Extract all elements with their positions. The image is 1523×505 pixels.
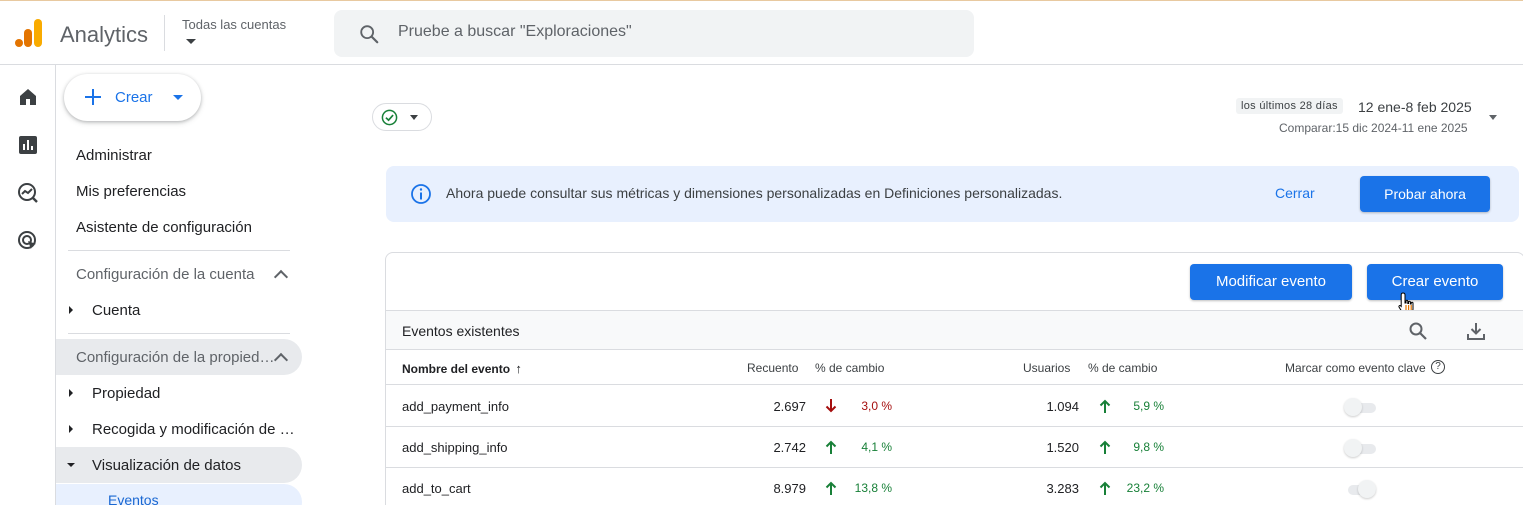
column-header-key-event: Marcar como evento clave xyxy=(1285,361,1426,375)
event-name[interactable]: add_shipping_info xyxy=(402,440,508,455)
users-change: 9,8 % xyxy=(1133,440,1164,454)
chevron-down-icon xyxy=(410,115,418,120)
info-banner: Ahora puede consultar sus métricas y dim… xyxy=(386,166,1519,222)
table-title: Eventos existentes xyxy=(402,323,520,339)
status-chip[interactable] xyxy=(372,103,432,131)
help-icon[interactable]: ? xyxy=(1431,360,1445,374)
search-icon xyxy=(360,25,379,44)
top-header: Analytics Todas las cuentas Pruebe a bus… xyxy=(0,0,1523,65)
event-count: 8.979 xyxy=(773,481,806,496)
left-nav: Crear Administrar Mis preferencias Asist… xyxy=(56,65,306,505)
nav-section-property[interactable]: Configuración de la propied… xyxy=(76,349,274,366)
count-change: 3,0 % xyxy=(861,399,892,413)
create-button-label: Crear xyxy=(115,89,153,106)
info-icon xyxy=(411,184,431,204)
event-name[interactable]: add_payment_info xyxy=(402,399,509,414)
table-row[interactable]: add_to_cart 8.979 13,8 % 3.283 23,2 % xyxy=(386,468,1523,505)
nav-item-setup-assistant[interactable]: Asistente de configuración xyxy=(76,219,252,236)
modify-event-button[interactable]: Modificar evento xyxy=(1190,264,1352,300)
download-icon[interactable] xyxy=(1466,321,1486,341)
column-header-name-label: Nombre del evento xyxy=(402,362,511,376)
advertising-icon[interactable] xyxy=(16,229,40,253)
account-caret-icon[interactable] xyxy=(186,39,196,44)
column-header-users-change[interactable]: % de cambio xyxy=(1088,361,1157,375)
key-event-toggle[interactable] xyxy=(1344,438,1380,458)
expand-arrow-icon[interactable] xyxy=(69,425,73,433)
create-button[interactable]: Crear xyxy=(64,74,201,121)
reports-icon[interactable] xyxy=(16,133,40,157)
banner-close-button[interactable]: Cerrar xyxy=(1275,185,1315,201)
column-header-count[interactable]: Recuento xyxy=(747,361,798,375)
count-change: 13,8 % xyxy=(854,481,892,495)
nav-divider xyxy=(68,333,290,334)
nav-item-property[interactable]: Propiedad xyxy=(92,385,160,402)
nav-section-account[interactable]: Configuración de la cuenta xyxy=(76,266,254,283)
analytics-logo-icon xyxy=(15,19,42,47)
key-event-toggle[interactable] xyxy=(1344,397,1380,417)
account-selector-label[interactable]: Todas las cuentas xyxy=(182,17,286,32)
search-icon[interactable] xyxy=(1408,321,1428,341)
plus-icon xyxy=(85,89,101,105)
nav-item-data-collection[interactable]: Recogida y modificación de … xyxy=(92,421,295,438)
explore-icon[interactable] xyxy=(16,181,40,205)
column-header-count-change[interactable]: % de cambio xyxy=(815,361,884,375)
table-row[interactable]: add_payment_info 2.697 3,0 % 1.094 5,9 % xyxy=(386,386,1523,427)
expand-arrow-icon[interactable] xyxy=(69,389,73,397)
date-compare: Comparar:15 dic 2024-11 ene 2025 xyxy=(1279,121,1468,135)
column-header-users[interactable]: Usuarios xyxy=(1023,361,1070,375)
create-caret-icon xyxy=(173,95,183,100)
event-users: 1.094 xyxy=(1046,399,1079,414)
analytics-app: Analytics Todas las cuentas Pruebe a bus… xyxy=(0,0,1523,505)
home-icon[interactable] xyxy=(16,85,40,109)
nav-item-events-bg xyxy=(56,484,302,505)
event-name[interactable]: add_to_cart xyxy=(402,481,471,496)
nav-item-account[interactable]: Cuenta xyxy=(92,302,140,319)
expand-arrow-icon[interactable] xyxy=(69,306,73,314)
search-input[interactable]: Pruebe a buscar "Exploraciones" xyxy=(398,23,632,41)
toggle-knob xyxy=(1344,439,1362,457)
toggle-knob xyxy=(1358,480,1376,498)
table-subheader: Eventos existentes xyxy=(386,310,1523,350)
date-caret-icon[interactable] xyxy=(1489,115,1497,120)
header-divider xyxy=(164,15,165,51)
column-header-name[interactable]: Nombre del evento ↑ xyxy=(402,361,522,376)
event-users: 1.520 xyxy=(1046,440,1079,455)
chevron-up-icon[interactable] xyxy=(273,269,289,285)
banner-text: Ahora puede consultar sus métricas y dim… xyxy=(446,185,1063,201)
create-event-button[interactable]: Crear evento xyxy=(1367,264,1503,300)
app-title: Analytics xyxy=(60,22,149,47)
main-content: los últimos 28 días 12 ene-8 feb 2025 Co… xyxy=(306,65,1523,505)
nav-item-admin[interactable]: Administrar xyxy=(76,147,152,164)
events-card: Modificar evento Crear evento Eventos ex… xyxy=(385,252,1523,505)
key-event-toggle[interactable] xyxy=(1344,479,1380,499)
banner-try-button[interactable]: Probar ahora xyxy=(1360,176,1490,212)
nav-divider xyxy=(68,250,290,251)
sort-arrow-icon: ↑ xyxy=(515,361,522,376)
nav-item-preferences[interactable]: Mis preferencias xyxy=(76,183,186,200)
table-row[interactable]: add_shipping_info 2.742 4,1 % 1.520 9,8 % xyxy=(386,427,1523,468)
count-change: 4,1 % xyxy=(861,440,892,454)
event-users: 3.283 xyxy=(1046,481,1079,496)
users-change: 5,9 % xyxy=(1133,399,1164,413)
check-circle-icon xyxy=(381,109,398,126)
event-count: 2.697 xyxy=(773,399,806,414)
search-bar[interactable]: Pruebe a buscar "Exploraciones" xyxy=(334,10,974,57)
nav-item-data-display[interactable]: Visualización de datos xyxy=(92,457,241,474)
table-header: Nombre del evento ↑ Recuento % de cambio… xyxy=(386,350,1523,385)
date-period-chip: los últimos 28 días xyxy=(1236,98,1343,114)
users-change: 23,2 % xyxy=(1126,481,1164,495)
left-rail xyxy=(0,65,56,505)
event-count: 2.742 xyxy=(773,440,806,455)
nav-item-events[interactable]: Eventos xyxy=(108,492,159,505)
collapse-arrow-icon[interactable] xyxy=(67,463,75,467)
toggle-knob xyxy=(1344,398,1362,416)
date-range[interactable]: 12 ene-8 feb 2025 xyxy=(1358,99,1472,115)
